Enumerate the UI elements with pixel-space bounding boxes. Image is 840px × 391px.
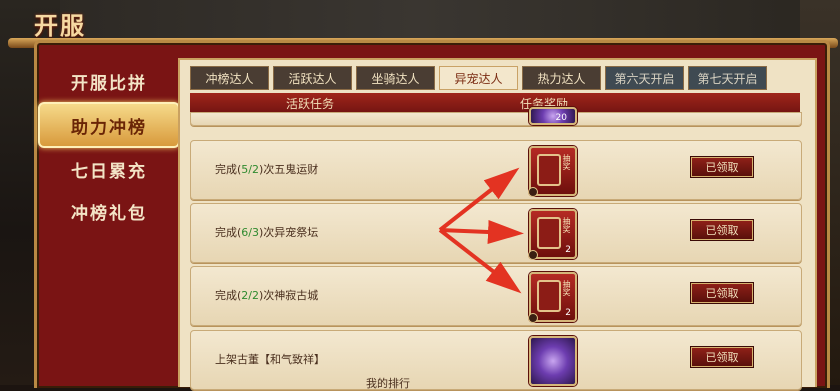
- table-row-partial: 20: [190, 107, 802, 126]
- claimed-button[interactable]: 已领取: [691, 283, 753, 303]
- tab-reli[interactable]: 热力达人: [522, 66, 601, 90]
- reward-qty: 20: [555, 113, 567, 123]
- card-emblem-icon: [537, 280, 561, 312]
- sidebar-item-chongbang-libao[interactable]: 冲榜礼包: [44, 190, 174, 232]
- content-panel: 冲榜达人 活跃达人 坐骑达人 异宠达人 热力达人 第六天开启 第七天开启 活跃任…: [178, 58, 817, 390]
- page-title: 开服: [34, 11, 86, 40]
- bind-lock-icon: [528, 187, 538, 197]
- reward-qty: 2: [565, 245, 571, 255]
- reward-tag: 抽奖: [562, 154, 571, 170]
- sidebar: 开服比拼 助力冲榜 七日累充 冲榜礼包: [38, 60, 180, 232]
- task-progress: 5/2: [241, 163, 259, 176]
- table-row: 完成(6/3)次异宠祭坛 抽奖 2 已领取: [190, 203, 802, 263]
- bind-lock-icon: [528, 250, 538, 260]
- card-emblem-icon: [537, 217, 561, 249]
- lottery-card-icon[interactable]: 抽奖: [528, 146, 577, 197]
- bind-lock-icon: [528, 313, 538, 323]
- task-description: 完成(2/2)次神寂古城: [215, 289, 319, 302]
- task-description: 上架古董【和气致祥】: [215, 353, 325, 366]
- card-emblem-icon: [537, 154, 561, 186]
- reward-tag: 抽奖: [562, 217, 571, 233]
- claimed-button[interactable]: 已领取: [691, 347, 753, 367]
- tab-chongbang[interactable]: 冲榜达人: [190, 66, 269, 90]
- sidebar-item-kaifu-bipin[interactable]: 开服比拼: [44, 60, 174, 102]
- sidebar-item-zhuli-chongbang[interactable]: 助力冲榜: [38, 102, 180, 148]
- reward-item-icon[interactable]: 20: [529, 107, 577, 125]
- tab-bar: 冲榜达人 活跃达人 坐骑达人 异宠达人 热力达人 第六天开启 第七天开启: [190, 66, 767, 90]
- sidebar-item-qiri-leichong[interactable]: 七日累充: [44, 148, 174, 190]
- task-description: 完成(6/3)次异宠祭坛: [215, 226, 319, 239]
- table-header: 活跃任务 任务奖励: [190, 93, 800, 113]
- task-progress: 6/3: [241, 226, 259, 239]
- claimed-button[interactable]: 已领取: [691, 157, 753, 177]
- table-row: 完成(2/2)次神寂古城 抽奖 2 已领取: [190, 266, 802, 326]
- claimed-button[interactable]: 已领取: [691, 220, 753, 240]
- reward-qty: 2: [565, 308, 571, 318]
- task-description: 完成(5/2)次五鬼运财: [215, 163, 319, 176]
- antique-item-icon[interactable]: [529, 336, 577, 386]
- my-rank-label: 我的排行: [366, 377, 410, 390]
- header-task: 活跃任务: [286, 96, 335, 111]
- tab-zuoqi[interactable]: 坐骑达人: [356, 66, 435, 90]
- tab-huoyue[interactable]: 活跃达人: [273, 66, 352, 90]
- table-row: 完成(5/2)次五鬼运财 抽奖 已领取: [190, 140, 802, 200]
- lottery-card-icon[interactable]: 抽奖 2: [528, 272, 577, 323]
- tab-yichong[interactable]: 异宠达人: [439, 66, 518, 90]
- reward-tag: 抽奖: [562, 280, 571, 296]
- tab-day7[interactable]: 第七天开启: [688, 66, 767, 90]
- lottery-card-icon[interactable]: 抽奖 2: [528, 209, 577, 260]
- task-progress: 2/2: [241, 289, 259, 302]
- top-background: [0, 0, 840, 40]
- tab-day6[interactable]: 第六天开启: [605, 66, 684, 90]
- table-row: 上架古董【和气致祥】 已领取: [190, 330, 802, 390]
